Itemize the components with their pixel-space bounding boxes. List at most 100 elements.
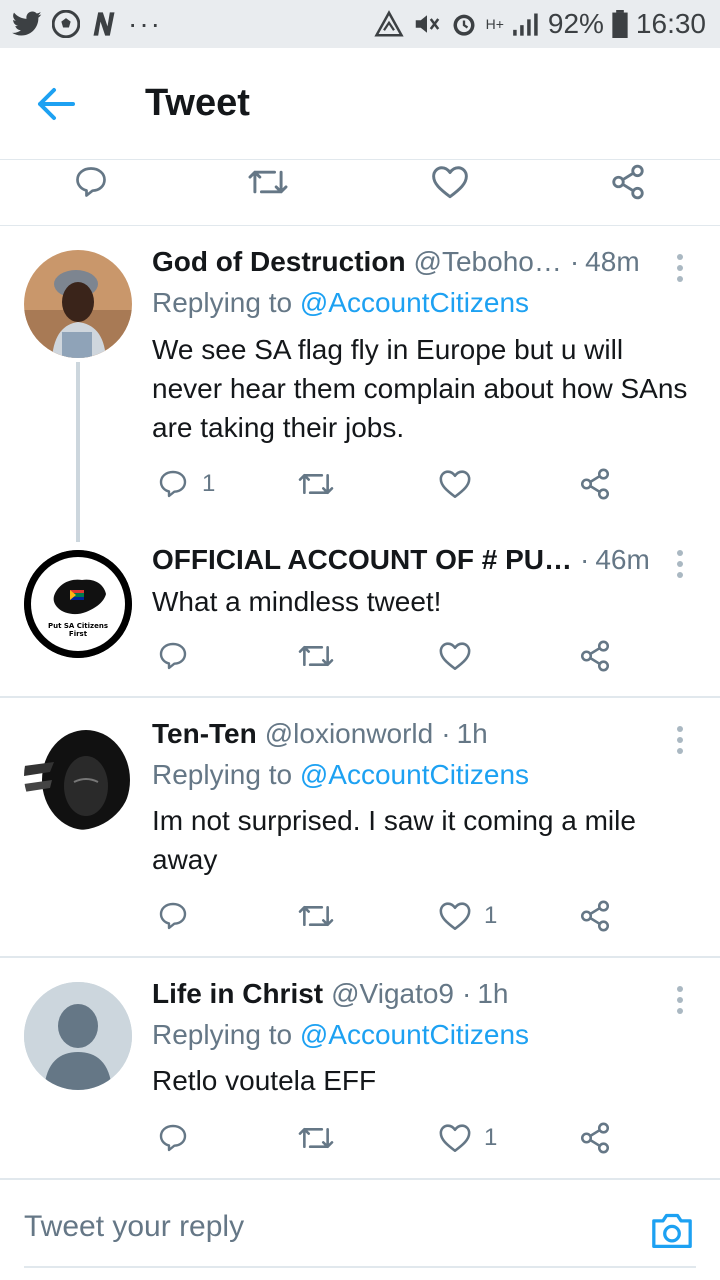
share-button[interactable]	[578, 464, 612, 504]
share-button[interactable]	[608, 162, 648, 202]
replying-to: Replying to @AccountCitizens	[152, 759, 529, 791]
display-name[interactable]: God of Destruction	[152, 246, 406, 278]
share-icon	[580, 640, 610, 672]
like-count: 1	[484, 902, 498, 929]
app-header: Tweet	[0, 48, 720, 160]
like-count: 1	[484, 1124, 498, 1151]
replying-to: Replying to @AccountCitizens	[152, 287, 529, 319]
tweet-text: Im not surprised. I saw it coming a mile…	[152, 805, 636, 875]
like-button[interactable]	[430, 162, 470, 202]
reply-button[interactable]: 1	[156, 464, 215, 504]
reply-input[interactable]	[24, 1198, 584, 1256]
avatar-logo	[24, 550, 132, 658]
separator-dot: ·	[441, 718, 451, 749]
more-notifications-icon: ···	[128, 8, 162, 39]
mention-link[interactable]: @AccountCitizens	[300, 759, 529, 790]
retweet-button[interactable]	[296, 1118, 336, 1158]
heart-icon	[439, 1124, 471, 1153]
timestamp: 1h	[456, 718, 488, 749]
heart-icon	[432, 166, 468, 199]
like-button[interactable]: 1	[438, 896, 497, 936]
reply-icon	[76, 167, 106, 197]
alarm-icon	[453, 14, 475, 36]
more-options-button[interactable]	[670, 544, 690, 584]
tweet-header: Ten-Ten @loxionworld · 1h	[152, 718, 488, 750]
like-button[interactable]	[438, 636, 472, 676]
heart-icon	[439, 642, 471, 671]
avatar-photo	[24, 250, 132, 358]
mute-icon	[415, 15, 439, 33]
retweet-icon	[298, 1127, 334, 1149]
avatar-caption: Put SA Citizens First	[47, 622, 109, 638]
status-bar: ··· H+ 92% 16:30	[0, 0, 720, 48]
retweet-icon	[298, 645, 334, 667]
timestamp: 1h	[477, 978, 509, 1009]
separator-dot: ·	[580, 544, 590, 575]
display-name[interactable]: OFFICIAL ACCOUNT OF # PU…	[152, 544, 572, 576]
username[interactable]: @Teboho…	[414, 246, 562, 278]
share-icon	[580, 900, 610, 932]
data-saver-icon	[373, 10, 404, 37]
retweet-button[interactable]	[296, 464, 336, 504]
reply-button[interactable]	[156, 1118, 190, 1158]
mention-link[interactable]: @AccountCitizens	[300, 1019, 529, 1050]
arrow-left-icon	[38, 88, 75, 120]
reply-icon	[159, 470, 187, 498]
tweet-item[interactable]: God of Destruction @Teboho… · 48m Replyi…	[0, 226, 720, 696]
timestamp: 48m	[585, 246, 640, 277]
clock: 16:30	[635, 8, 706, 39]
display-name[interactable]: Ten-Ten	[152, 718, 257, 750]
share-button[interactable]	[578, 636, 612, 676]
avatar[interactable]	[24, 250, 132, 358]
display-name[interactable]: Life in Christ	[152, 978, 323, 1010]
page-title: Tweet	[145, 82, 250, 124]
reply-count: 1	[202, 470, 216, 497]
main-tweet-actions	[0, 160, 720, 226]
retweet-button[interactable]	[296, 636, 336, 676]
heart-icon	[439, 470, 471, 499]
camera-icon	[652, 1213, 692, 1248]
share-button[interactable]	[578, 896, 612, 936]
thread-line	[76, 362, 80, 542]
mention-link[interactable]: @AccountCitizens	[300, 287, 529, 318]
tweet-header: Life in Christ @Vigato9 · 1h	[152, 978, 509, 1010]
tweet-text: We see SA flag fly in Europe but u will …	[152, 334, 688, 443]
reply-icon	[159, 1124, 187, 1152]
more-options-button[interactable]	[670, 980, 690, 1020]
reply-button[interactable]	[72, 162, 110, 202]
like-button[interactable]	[438, 464, 472, 504]
tweet-text: Retlo voutela EFF	[152, 1065, 377, 1096]
soccer-ball-icon	[52, 10, 80, 38]
reply-icon	[159, 642, 187, 670]
default-avatar-icon	[24, 982, 132, 1090]
tweet-header: God of Destruction @Teboho… · 48m	[152, 246, 640, 278]
avatar[interactable]: Put SA Citizens First	[24, 550, 132, 658]
tweet-text: What a mindless tweet!	[152, 586, 442, 617]
replying-to-label: Replying to	[152, 287, 293, 318]
tweet-item[interactable]: Ten-Ten @loxionworld · 1h Replying to @A…	[0, 698, 720, 956]
share-button[interactable]	[578, 1118, 612, 1158]
reply-button[interactable]	[156, 896, 190, 936]
signal-icon	[513, 13, 538, 36]
more-options-button[interactable]	[670, 720, 690, 760]
replying-to: Replying to @AccountCitizens	[152, 1019, 529, 1051]
username[interactable]: @Vigato9	[331, 978, 454, 1010]
share-icon	[612, 164, 644, 200]
tweet-header: OFFICIAL ACCOUNT OF # PU… · 46m	[152, 544, 650, 576]
retweet-button[interactable]	[246, 162, 290, 202]
back-button[interactable]	[30, 84, 82, 124]
reply-button[interactable]	[156, 636, 190, 676]
avatar[interactable]	[24, 982, 132, 1090]
news-app-icon	[93, 12, 115, 36]
retweet-button[interactable]	[296, 896, 336, 936]
retweet-icon	[298, 473, 334, 495]
username[interactable]: @loxionworld	[265, 718, 434, 750]
timestamp: 46m	[595, 544, 650, 575]
camera-button[interactable]	[650, 1210, 694, 1250]
avatar-photo	[24, 722, 132, 830]
network-type: H+	[485, 16, 504, 32]
like-button[interactable]: 1	[438, 1118, 497, 1158]
avatar[interactable]	[24, 722, 132, 830]
more-options-button[interactable]	[670, 248, 690, 288]
tweet-item[interactable]: Life in Christ @Vigato9 · 1h Replying to…	[0, 958, 720, 1178]
